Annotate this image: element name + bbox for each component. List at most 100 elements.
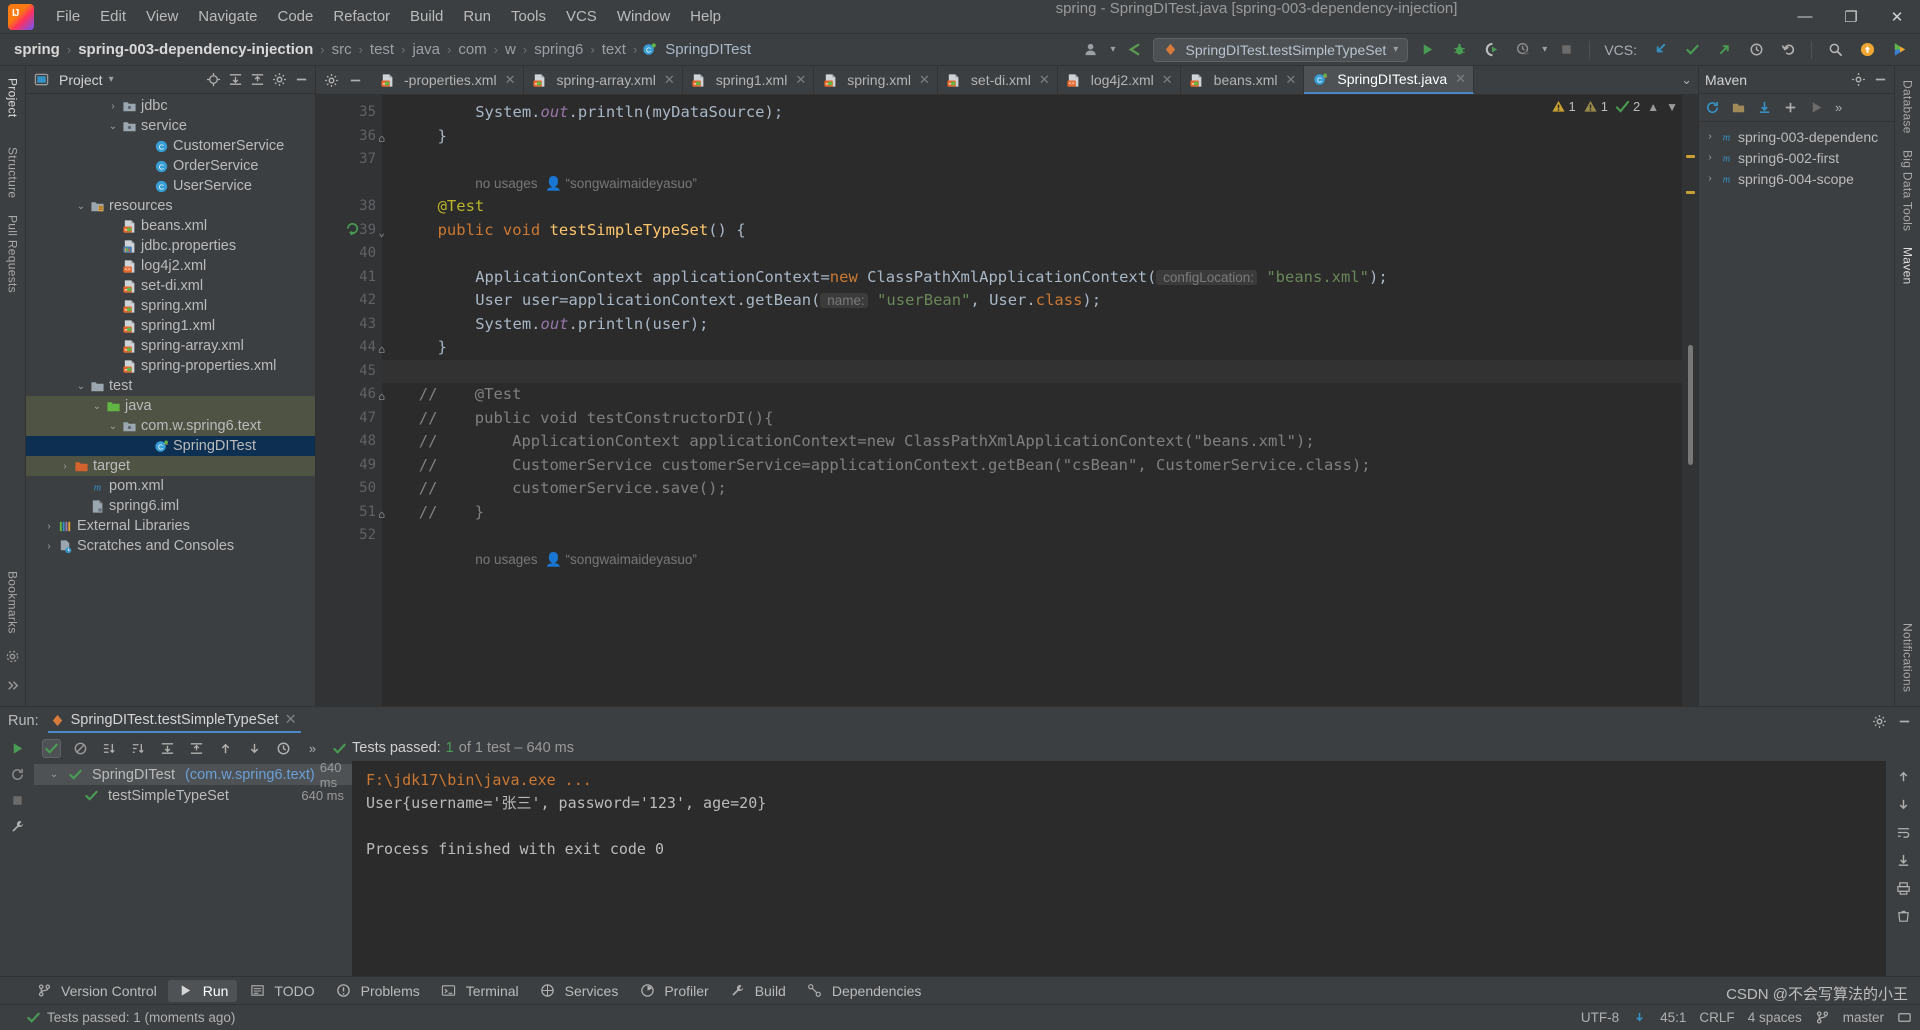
bottom-bar-item-vcs[interactable]: Version Control	[26, 980, 166, 1002]
gutter-line[interactable]: 44 ⌂	[316, 336, 385, 360]
editor-tab[interactable]: beans.xml ✕	[1181, 66, 1305, 94]
editor-tab-close-icon[interactable]: ✕	[1162, 72, 1173, 88]
update-available-icon[interactable]	[1854, 38, 1880, 62]
status-branch[interactable]: master	[1843, 1010, 1884, 1025]
bottom-bar-item-dependencies[interactable]: Dependencies	[797, 980, 931, 1002]
tree-chevron-icon[interactable]: ›	[42, 541, 56, 552]
project-tree-row[interactable]: ⌄ service	[26, 116, 315, 136]
gutter-line[interactable]	[316, 172, 382, 196]
run-test-gutter-icon[interactable]	[345, 221, 360, 236]
project-tree-row[interactable]: C OrderService	[26, 156, 315, 176]
maven-hide-icon[interactable]	[1873, 72, 1888, 87]
editor-code[interactable]: System.out.println(myDataSource);} no usa…	[382, 95, 1698, 706]
project-tree-row[interactable]: spring6.iml	[26, 496, 315, 516]
gutter-line[interactable]: 41	[316, 266, 382, 290]
vcs-push-icon[interactable]	[1711, 38, 1737, 62]
gutter-line[interactable]: 47	[316, 407, 382, 431]
project-tree-row[interactable]: ⌄ com.w.spring6.text	[26, 416, 315, 436]
expand-tests-icon[interactable]	[158, 739, 177, 758]
settings-rail-icon[interactable]	[5, 649, 20, 664]
tree-chevron-icon[interactable]: ⌄	[74, 381, 88, 392]
test-chevron-icon[interactable]: ⌄	[47, 769, 61, 780]
chevron-down-icon[interactable]: ▾	[1393, 44, 1398, 55]
status-line-separator[interactable]: CRLF	[1699, 1010, 1734, 1025]
editor-tab-close-icon[interactable]: ✕	[505, 72, 516, 88]
project-tree-row[interactable]: ⌄ java	[26, 396, 315, 416]
code-line[interactable]: ApplicationContext applicationContext=ne…	[382, 266, 1698, 290]
editor-tab-close-icon[interactable]: ✕	[1285, 72, 1296, 88]
tree-chevron-icon[interactable]: ⌄	[106, 421, 120, 432]
status-caret-position[interactable]: 45:1	[1660, 1010, 1686, 1025]
gear-icon[interactable]	[272, 72, 287, 87]
rerun-failed-icon[interactable]	[10, 767, 25, 782]
bottom-tool-bar[interactable]: Version Control Run TODO Problems Terminal Se…	[0, 976, 1920, 1004]
gutter-line[interactable]: 48	[316, 430, 382, 454]
hide-tabs-icon[interactable]	[348, 73, 363, 88]
show-ignored-toggle[interactable]	[71, 739, 90, 758]
code-line[interactable]: // ApplicationContext applicationContext…	[382, 430, 1698, 454]
code-line[interactable]: // @Test	[382, 383, 1698, 407]
menu-view[interactable]: View	[136, 4, 188, 29]
project-tree-row[interactable]: m pom.xml	[26, 476, 315, 496]
gutter-line[interactable]: 50	[316, 477, 382, 501]
vcs-commit-icon[interactable]	[1679, 38, 1705, 62]
project-tree-row[interactable]: jdbc.properties	[26, 236, 315, 256]
scroll-up-icon[interactable]: ▲	[1647, 100, 1659, 114]
print-icon[interactable]	[1896, 881, 1911, 896]
bottom-bar-item-todo[interactable]: TODO	[239, 980, 323, 1002]
export-icon[interactable]	[1896, 853, 1911, 868]
project-tree-row[interactable]: › Scratches and Consoles	[26, 536, 315, 556]
code-line[interactable]: System.out.println(myDataSource);	[382, 101, 1698, 125]
rail-item-pull-requests[interactable]: Pull Requests	[6, 207, 20, 301]
run-panel-settings-icon[interactable]	[1872, 714, 1887, 729]
debug-button[interactable]	[1446, 38, 1472, 62]
maximize-button[interactable]: ❐	[1828, 0, 1874, 34]
menu-run[interactable]: Run	[453, 4, 501, 29]
gutter-line[interactable]: 45	[316, 360, 382, 384]
user-avatar-icon[interactable]	[1078, 38, 1104, 62]
rail-item-notifications[interactable]: Notifications	[1901, 615, 1915, 700]
breadcrumb-item-test[interactable]: test	[366, 39, 398, 60]
scrollbar-thumb[interactable]	[1688, 345, 1693, 465]
code-line[interactable]: no usages 👤 “songwaimaideyasuo”	[382, 548, 1698, 572]
editor-tab[interactable]: spring-array.xml ✕	[524, 66, 683, 94]
editor-tab[interactable]: spring1.xml ✕	[683, 66, 815, 94]
menu-navigate[interactable]: Navigate	[188, 4, 267, 29]
menu-edit[interactable]: Edit	[90, 4, 136, 29]
breadcrumb-item-spring6[interactable]: spring6	[530, 39, 587, 60]
project-tree-row[interactable]: C UserService	[26, 176, 315, 196]
editor-tab-close-icon[interactable]: ✕	[1039, 72, 1050, 88]
maven-download-sources-icon[interactable]	[1757, 100, 1772, 115]
editor-tab-close-icon[interactable]: ✕	[664, 72, 675, 88]
tree-chevron-icon[interactable]: ⌄	[74, 201, 88, 212]
rail-item-big-data-tools[interactable]: Big Data Tools	[1901, 142, 1915, 239]
gutter-line[interactable]: 35	[316, 101, 382, 125]
rail-item-maven[interactable]: Maven	[1901, 239, 1915, 293]
code-line[interactable]: // customerService.save();	[382, 477, 1698, 501]
gutter-line[interactable]: 46 ⌂	[316, 383, 385, 407]
project-tree[interactable]: › jdbc ⌄ service C CustomerService C OrderServi…	[26, 94, 315, 706]
menu-file[interactable]: File	[46, 4, 90, 29]
editor-tab-close-icon[interactable]: ✕	[795, 72, 806, 88]
rail-item-database[interactable]: Database	[1901, 72, 1915, 142]
gutter-line[interactable]: 37	[316, 148, 382, 172]
code-line[interactable]: }	[382, 125, 1698, 149]
editor-tab-close-icon[interactable]: ✕	[919, 72, 930, 88]
breadcrumb-item-w[interactable]: w	[501, 39, 520, 60]
scroll-to-top-icon[interactable]	[1896, 769, 1911, 784]
minimize-button[interactable]: —	[1782, 0, 1828, 34]
menu-refactor[interactable]: Refactor	[323, 4, 400, 29]
branch-icon[interactable]	[1815, 1010, 1830, 1025]
tree-chevron-icon[interactable]: ›	[42, 521, 56, 532]
maven-run-icon[interactable]	[1809, 100, 1824, 115]
vcs-history-icon[interactable]	[1743, 38, 1769, 62]
console-output[interactable]: F:\jdk17\bin\java.exe ... User{username='…	[352, 761, 1886, 976]
rail-item-project[interactable]: Project	[6, 70, 20, 125]
maven-generate-sources-icon[interactable]	[1731, 100, 1746, 115]
project-tree-row[interactable]: › jdbc	[26, 96, 315, 116]
project-tree-row[interactable]: C CustomerService	[26, 136, 315, 156]
gutter-line[interactable]: 52	[316, 524, 382, 548]
project-tree-row[interactable]: C SpringDITest	[26, 436, 315, 456]
test-results-tree[interactable]: ⌄ SpringDITest (com.w.spring6.text) 640 ms t…	[34, 760, 352, 976]
code-line[interactable]: @Test	[382, 195, 1698, 219]
